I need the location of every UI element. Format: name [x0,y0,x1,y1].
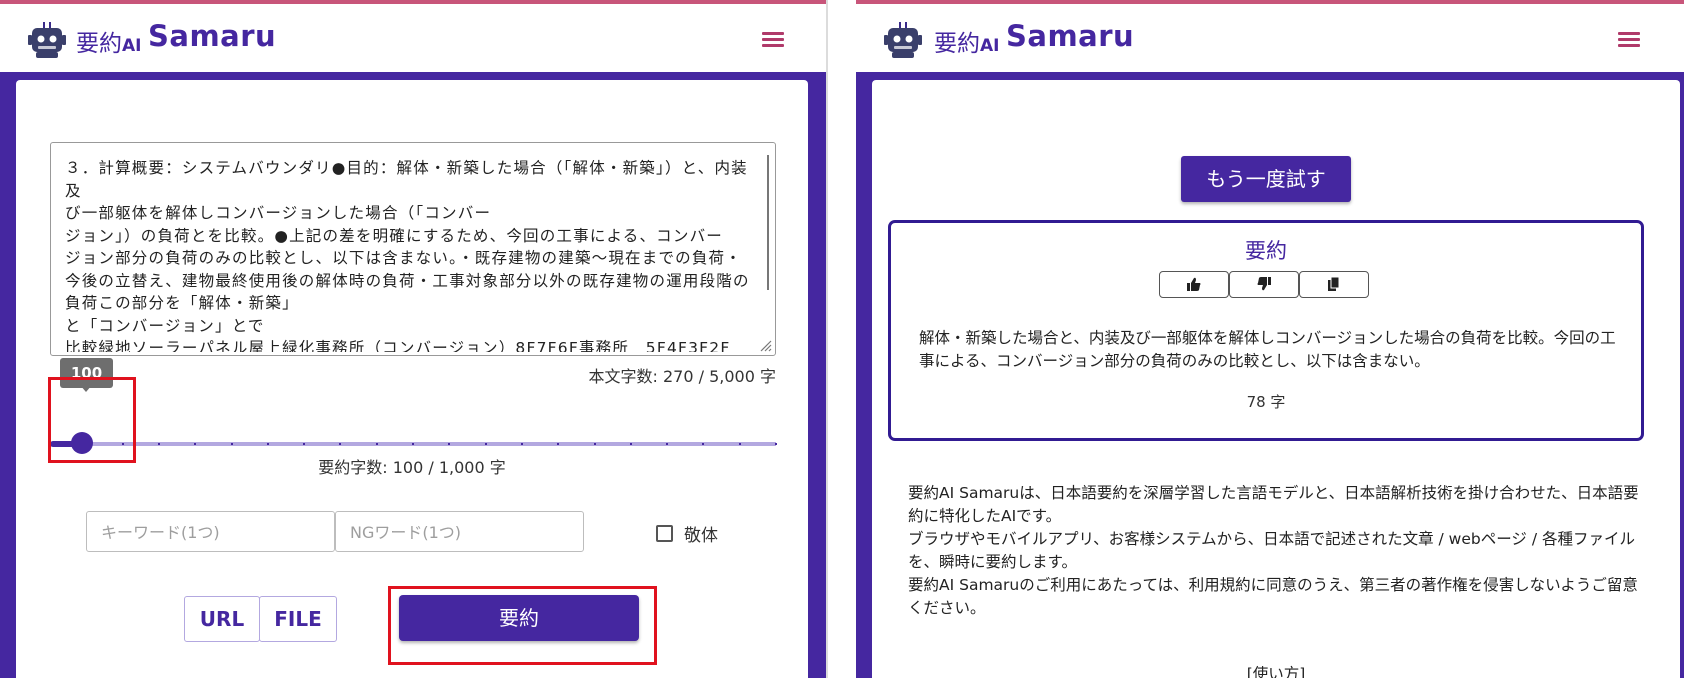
summary-length: 78 字 [1246,393,1286,411]
app-header: 要約AI Samaru [856,4,1684,72]
slider-tick [194,443,197,445]
slider-tick [629,443,632,445]
slider-tick [557,443,560,445]
slider-tick [266,443,269,445]
input-screen: 要約AI Samaru ３．計算概要：システムバウンダリ●目的：解体・新築した場… [0,0,826,678]
slider-tick [775,443,777,445]
file-button[interactable]: FILE [259,596,337,642]
keigo-checkbox[interactable] [656,525,673,542]
logo-jp: 要約 [934,31,980,57]
service-description: 要約AI Samaruは、日本語要約を深層学習した言語モデルと、日本語解析技術を… [908,482,1648,620]
logo-text: 要約AI [76,24,141,58]
result-screen: 要約AI Samaru もう一度試す 要約 解体・新築した場合と、内装及び一部躯… [856,0,1684,678]
thumbs-down-button[interactable] [1229,271,1299,298]
robot-logo-icon [884,22,922,58]
description-line: ブラウザやモバイルアプリ、お客様システムから、日本語で記述された文章 / web… [908,530,1636,571]
summary-title: 要約 [1245,239,1287,263]
slider-tick [738,443,741,445]
copy-button[interactable] [1299,271,1369,298]
retry-button[interactable]: もう一度試す [1181,156,1351,202]
thumbs-up-icon [1187,277,1201,291]
keyword-input[interactable]: キーワード(1つ) [86,511,335,552]
logo-ai: AI [980,36,1000,56]
copy-icon [1328,277,1340,291]
slider-tick [666,443,669,445]
description-line: 要約AI Samaruのご利用にあたっては、利用規約に同意のうえ、第三者の著作権… [908,576,1638,617]
textarea-scrollbar[interactable] [767,155,769,290]
result-card: もう一度試す 要約 解体・新築した場合と、内装及び一部躯体を解体しコンバージョン… [872,80,1680,678]
logo-ai: AI [122,36,142,56]
slider-tick [375,443,378,445]
summary-result-box: 要約 解体・新築した場合と、内装及び一部躯体を解体しコンバージョンした場合の負荷… [888,220,1644,441]
menu-icon[interactable] [1618,32,1640,48]
slider-tick [593,443,596,445]
panel-divider [826,0,828,678]
slider-highlight-box [48,377,136,463]
logo-jp: 要約 [76,31,122,57]
slider-tick [448,443,451,445]
source-text[interactable]: ３．計算概要：システムバウンダリ●目的：解体・新築した場合（「解体・新築」）と、… [65,157,755,352]
menu-icon[interactable] [762,32,784,48]
slider-tick [702,443,705,445]
logo-text: 要約AI [934,24,999,58]
resize-grip-icon[interactable] [760,340,772,352]
keigo-label: 敬体 [684,526,718,546]
thumbs-up-button[interactable] [1159,271,1229,298]
slider-tick [520,443,523,445]
source-textarea[interactable]: ３．計算概要：システムバウンダリ●目的：解体・新築した場合（「解体・新築」）と、… [50,142,776,356]
slider-tick [157,443,160,445]
slider-tick [303,443,306,445]
summary-text: 解体・新築した場合と、内装及び一部躯体を解体しコンバージョンした場合の負荷を比較… [919,329,1616,370]
thumbs-down-icon [1257,277,1271,291]
url-button[interactable]: URL [184,596,260,642]
description-line: 要約AI Samaruは、日本語要約を深層学習した言語モデルと、日本語解析技術を… [908,484,1639,525]
slider-tick [339,443,342,445]
summarize-highlight-box [388,586,657,665]
slider-tick [484,443,487,445]
robot-logo-icon [28,22,66,58]
app-header: 要約AI Samaru [0,4,826,72]
slider-tick [412,443,414,445]
summary-length-slider[interactable] [50,372,790,462]
ng-word-input[interactable]: NGワード(1つ) [335,511,584,552]
slider-tick [230,443,233,445]
usage-heading: [使い方] [1246,665,1306,678]
logo-samaru: Samaru [1006,19,1135,53]
logo-samaru: Samaru [148,19,277,53]
